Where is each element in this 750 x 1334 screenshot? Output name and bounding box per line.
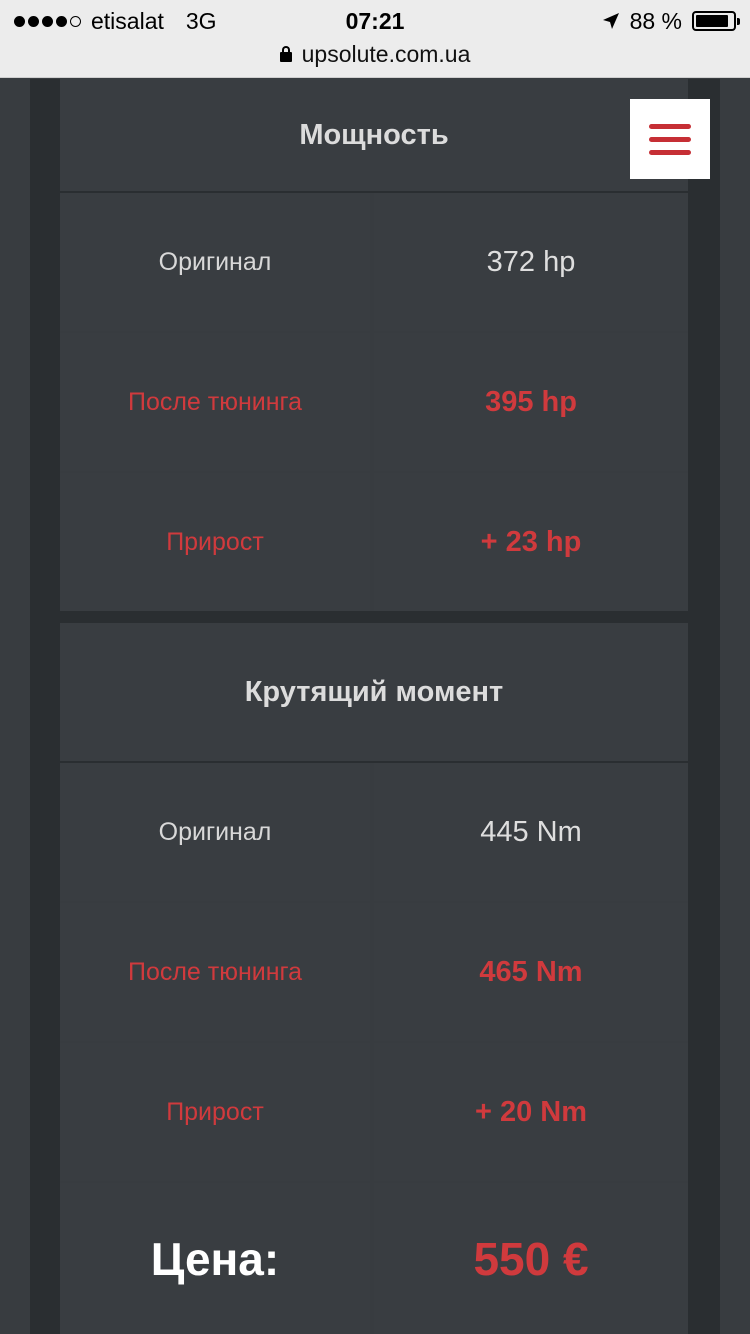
menu-bar: [649, 123, 691, 129]
battery-icon: [692, 11, 740, 31]
torque-gain-value: + 20 Nm: [474, 1095, 588, 1128]
torque-gain-value-cell: + 20 Nm: [374, 1043, 688, 1181]
torque-tuned-label-cell: После тюнинга: [60, 903, 370, 1041]
torque-original-row: Оригинал 445 Nm: [60, 763, 688, 903]
torque-section-title: Крутящий момент: [60, 623, 688, 761]
power-tuned-row: После тюнинга 395 hp: [60, 333, 688, 473]
page-content: Мощность Оригинал 372 hp После тюнинга 3…: [0, 79, 750, 1334]
torque-tuned-value: 465 Nm: [479, 955, 583, 988]
torque-tuned-value-cell: 465 Nm: [374, 903, 688, 1041]
power-tuned-label: После тюнинга: [127, 387, 303, 416]
power-title: Мощность: [299, 118, 449, 151]
power-original-label-cell: Оригинал: [60, 193, 370, 331]
lock-icon: [279, 46, 292, 62]
left-rail: [30, 79, 60, 1334]
battery-level: [696, 15, 728, 27]
hamburger-menu-button[interactable]: [630, 99, 710, 179]
price-value-cell: 550 €: [374, 1183, 688, 1334]
status-right: 88 %: [602, 6, 740, 36]
torque-tuned-row: После тюнинга 465 Nm: [60, 903, 688, 1043]
location-arrow-icon: [602, 13, 619, 29]
power-original-value: 372 hp: [486, 245, 576, 278]
power-gain-value: + 23 hp: [480, 525, 582, 558]
torque-tuned-label: После тюнинга: [127, 957, 303, 986]
power-original-label: Оригинал: [158, 247, 272, 276]
menu-bar: [649, 149, 691, 155]
torque-gain-label-cell: Прирост: [60, 1043, 370, 1181]
torque-title: Крутящий момент: [244, 675, 504, 708]
torque-original-value-cell: 445 Nm: [374, 763, 688, 901]
power-tuned-label-cell: После тюнинга: [60, 333, 370, 471]
torque-original-label-cell: Оригинал: [60, 763, 370, 901]
right-rail: [688, 79, 720, 1334]
power-gain-value-cell: + 23 hp: [374, 473, 688, 611]
power-original-value-cell: 372 hp: [374, 193, 688, 331]
torque-gain-label: Прирост: [166, 1097, 264, 1126]
battery-percent: 88 %: [629, 7, 682, 34]
power-gain-label-cell: Прирост: [60, 473, 370, 611]
url-text[interactable]: upsolute.com.ua: [302, 41, 471, 68]
power-section-title: Мощность: [60, 79, 688, 191]
price-label-cell: Цена:: [60, 1183, 370, 1334]
torque-gain-row: Прирост + 20 Nm: [60, 1043, 688, 1183]
torque-original-label: Оригинал: [158, 817, 272, 846]
status-bar: etisalat 3G 07:21 88 % upsolute.com.ua: [0, 0, 750, 78]
price-row: Цена: 550 €: [60, 1183, 688, 1334]
power-original-row: Оригинал 372 hp: [60, 193, 688, 333]
torque-original-value: 445 Nm: [480, 815, 582, 848]
section-gap: [60, 611, 688, 623]
power-gain-row: Прирост + 23 hp: [60, 473, 688, 613]
power-gain-label: Прирост: [166, 527, 264, 556]
menu-bar: [649, 136, 691, 142]
power-tuned-value-cell: 395 hp: [374, 333, 688, 471]
price-value: 550 €: [473, 1232, 589, 1285]
status-row: etisalat 3G 07:21 88 %: [0, 6, 750, 36]
price-label: Цена:: [150, 1232, 280, 1285]
power-tuned-value: 395 hp: [485, 385, 577, 418]
address-bar[interactable]: upsolute.com.ua: [0, 38, 750, 70]
